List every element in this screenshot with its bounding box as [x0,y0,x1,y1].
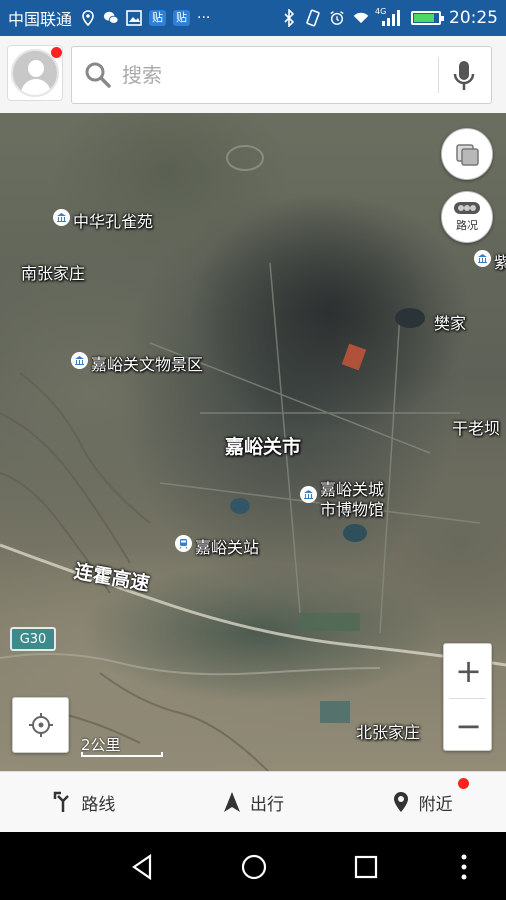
nearby-notification-dot [458,778,470,789]
tieba-badge-2: 贴 [173,10,191,26]
city-label: 嘉峪关市 [225,436,302,458]
place-label: 南张家庄 [21,264,86,283]
bluetooth-icon [281,9,297,27]
tieba-badge-1: 贴 [149,10,167,26]
nav-nearby[interactable]: 附近 [337,772,506,832]
satellite-map[interactable]: 中华孔雀苑 南张家庄 嘉峪关文物景区 紫 樊家 干老坝 嘉峪关市 嘉峪关城 市博… [0,113,506,771]
traffic-light-icon [454,202,480,214]
poi-zhonghua-kongque-yuan[interactable]: 中华孔雀苑 [53,208,153,232]
recent-apps-icon[interactable] [351,852,381,882]
search-input[interactable] [122,63,422,87]
bottom-nav: 路线 出行 附近 [0,771,506,832]
search-header [0,36,506,113]
microphone-icon[interactable] [453,60,475,92]
scenic-spot-icon [71,352,88,369]
zoom-controls: + − [443,643,492,751]
museum-icon [300,486,317,503]
nav-route-label: 路线 [81,794,116,815]
avatar-button[interactable] [7,45,63,101]
poi-edge[interactable]: 紫 [474,249,506,273]
search-divider [438,57,439,93]
signal-icon: 4G [375,7,403,26]
location-icon [80,10,96,26]
nav-travel[interactable]: 出行 [169,772,338,832]
traffic-toggle-button[interactable]: 路况 [441,191,493,243]
search-icon [85,62,111,88]
place-label: 嘉峪关文物景区 [91,355,204,374]
zoom-in-button[interactable]: + [444,644,493,698]
place-label: 嘉峪关城 市博物馆 [320,480,385,519]
my-location-button[interactable] [12,697,69,753]
poi-jiayuguan-wenwu[interactable]: 嘉峪关文物景区 [71,351,203,375]
layers-icon [456,144,479,166]
crosshair-icon [28,713,53,737]
place-label: 干老坝 [452,419,501,438]
route-icon [54,791,70,812]
navigate-arrow-icon [224,792,240,812]
overflow-menu-icon[interactable] [449,852,479,882]
nav-nearby-label: 附近 [418,794,453,815]
carrier-name: 中国联通 [8,10,73,29]
gallery-icon [126,10,142,26]
status-bar: 中国联通 贴 贴 ··· 4G 20:25 [0,0,506,36]
poi-railway-station[interactable]: 嘉峪关站 [175,534,259,558]
train-station-icon [175,535,192,552]
zoom-out-button[interactable]: − [444,699,493,753]
system-nav-bar [0,832,506,900]
map-scale-bar [81,752,163,757]
clock: 20:25 [449,8,498,28]
nav-route[interactable]: 路线 [0,772,169,832]
place-label: 嘉峪关站 [195,538,260,557]
scenic-spot-icon [53,209,70,226]
traffic-label: 路况 [456,219,478,232]
place-label: 北张家庄 [356,723,421,742]
wifi-icon [353,10,369,26]
nav-travel-label: 出行 [250,794,284,815]
place-label: 樊家 [434,314,467,333]
highway-shield: G30 [10,627,56,651]
scenic-spot-icon [474,250,491,267]
battery-icon [411,11,444,25]
poi-museum[interactable]: 嘉峪关城 市博物馆 [300,480,384,520]
nearby-pin-icon [393,792,408,812]
back-icon[interactable] [128,852,158,882]
more-notifications: ··· [197,10,211,26]
map-app-screen: 中国联通 贴 贴 ··· 4G 20:25 搜索 中华孔雀苑 南张家庄 嘉峪关文… [0,0,506,900]
avatar-notification-dot [51,47,62,58]
home-icon[interactable] [239,852,269,882]
place-label: 中华孔雀苑 [73,212,154,231]
wechat-icon [103,10,119,26]
search-bar[interactable] [71,46,492,104]
place-label: 紫 [494,253,506,272]
map-layers-button[interactable] [441,128,493,180]
alarm-icon [329,10,345,26]
vibrate-icon [305,9,321,27]
